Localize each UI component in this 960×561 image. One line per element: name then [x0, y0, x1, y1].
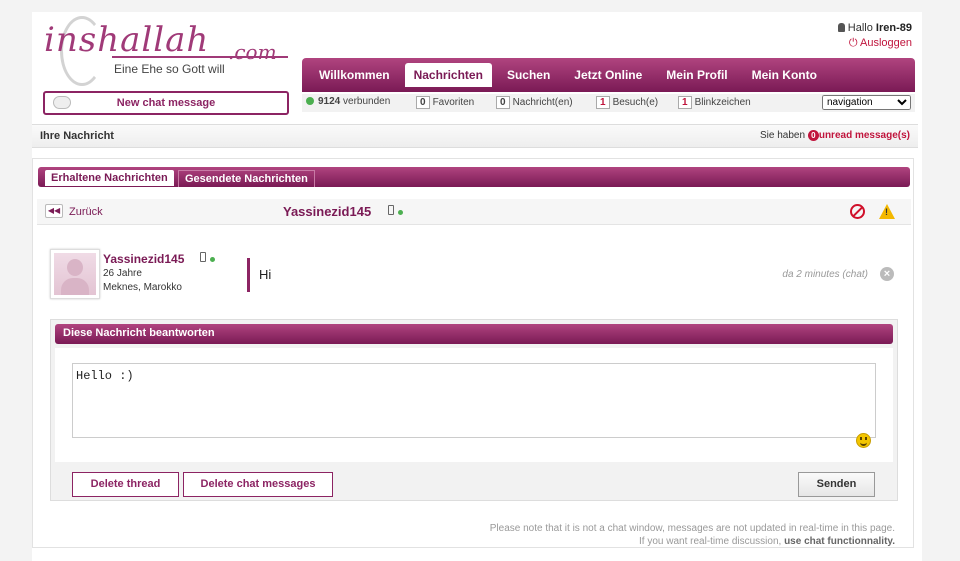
sender-location: Meknes, Marokko [103, 282, 182, 293]
sender-avatar[interactable] [50, 249, 100, 299]
reply-heading: Diese Nachricht beantworten [63, 327, 215, 339]
sender-name[interactable]: Yassinezid145 [103, 252, 184, 266]
logo-text: inshallah [44, 20, 210, 60]
reply-textarea[interactable]: Hello :) [72, 363, 876, 438]
message-tabs: Erhaltene Nachrichten Gesendete Nachrich… [38, 167, 910, 187]
message-separator [247, 258, 250, 292]
favorites-count: 0 [416, 96, 430, 109]
messages-panel: Erhaltene Nachrichten Gesendete Nachrich… [32, 158, 914, 548]
blinks-count: 1 [678, 96, 692, 109]
logo-dotcom: .com [228, 40, 277, 64]
delete-message-icon[interactable]: × [880, 267, 894, 281]
conversation-partner-name[interactable]: Yassinezid145 [283, 204, 371, 219]
conversation-header: ◀◀ Zurück Yassinezid145 [37, 199, 911, 225]
stat-connected[interactable]: 9124 verbunden [306, 96, 390, 107]
site-logo[interactable]: inshallah .com Eine Ehe so Gott will [40, 14, 290, 90]
note-line-1: Please note that it is not a chat window… [489, 523, 895, 534]
greeting-text: Hallo [847, 22, 873, 34]
power-icon: ⏻ [848, 37, 858, 49]
username: Iren-89 [875, 22, 912, 34]
stat-favorites[interactable]: 0 Favoriten [416, 96, 474, 109]
messages-count: 0 [496, 96, 510, 109]
delete-chat-messages-button[interactable]: Delete chat messages [183, 472, 333, 497]
nav-nachrichten[interactable]: Nachrichten [404, 63, 492, 87]
stats-bar: 9124 verbunden 0 Favoriten 0 Nachricht(en)… [302, 94, 915, 112]
sender-age: 26 Jahre [103, 268, 142, 279]
nav-willkommen[interactable]: Willkommen [310, 64, 399, 86]
unread-prefix: Sie haben [760, 130, 806, 141]
navigation-select[interactable]: navigation [822, 95, 911, 110]
stat-blinks[interactable]: 1 Blinkzeichen [678, 96, 751, 109]
unread-notice[interactable]: Sie haben 0 unread message(s) [760, 130, 910, 141]
avatar-placeholder-icon [54, 253, 96, 295]
new-chat-message-label: New chat message [116, 97, 216, 109]
reply-box: Diese Nachricht beantworten Hello :) Del… [50, 319, 898, 501]
send-button[interactable]: Senden [798, 472, 875, 497]
report-warning-icon[interactable] [879, 204, 895, 219]
sender-online-icon [210, 257, 215, 262]
delete-thread-button[interactable]: Delete thread [72, 472, 179, 497]
online-dot-icon [398, 210, 403, 215]
reply-heading-bar: Diese Nachricht beantworten [55, 324, 893, 344]
realtime-note: Please note that it is not a chat window… [490, 522, 895, 548]
nav-mein-konto[interactable]: Mein Konto [743, 64, 826, 86]
blinks-label: Blinkzeichen [694, 97, 751, 108]
unread-label: unread message(s) [818, 130, 910, 141]
online-status-icon [306, 97, 314, 105]
connected-count: 9124 [318, 96, 341, 107]
reply-area: Hello :) [55, 348, 893, 462]
main-nav: Willkommen Nachrichten Suchen Jetzt Onli… [302, 58, 915, 92]
new-chat-message-button[interactable]: New chat message [43, 91, 289, 115]
note-line-2: If you want real-time discussion, use ch… [490, 535, 895, 548]
favorites-label: Favoriten [432, 97, 475, 108]
sender-mobile-icon [200, 252, 206, 262]
mobile-phone-icon [388, 205, 394, 215]
back-link[interactable]: Zurück [69, 206, 103, 218]
page-title-bar: Ihre Nachricht Sie haben 0 unread message… [32, 124, 918, 148]
stat-messages[interactable]: 0 Nachricht(en) [496, 96, 573, 109]
visits-count: 1 [596, 96, 610, 109]
chat-functionality-link[interactable]: use chat functionnality. [784, 536, 895, 547]
message-timestamp: da 2 minutes (chat) [782, 269, 868, 280]
user-icon [837, 23, 845, 32]
smiley-icon[interactable] [856, 433, 871, 448]
unread-count: 0 [807, 130, 819, 141]
logo-underline [112, 56, 288, 58]
messages-label: Nachricht(en) [512, 97, 573, 108]
stat-visits[interactable]: 1 Besuch(e) [596, 96, 658, 109]
nav-mein-profil[interactable]: Mein Profil [657, 64, 736, 86]
page-title: Ihre Nachricht [40, 130, 114, 142]
message-text: Hi [259, 267, 272, 282]
connected-label: verbunden [343, 96, 391, 107]
logo-tagline: Eine Ehe so Gott will [114, 62, 225, 76]
nav-suchen[interactable]: Suchen [498, 64, 559, 86]
tab-received[interactable]: Erhaltene Nachrichten [45, 170, 174, 186]
tab-sent[interactable]: Gesendete Nachrichten [178, 170, 315, 187]
logout-label: Ausloggen [860, 37, 912, 49]
block-user-icon[interactable] [850, 204, 865, 219]
back-arrow-icon[interactable]: ◀◀ [45, 204, 63, 218]
nav-jetzt-online[interactable]: Jetzt Online [565, 64, 651, 86]
user-box: Hallo Iren-89 ⏻ Ausloggen [837, 22, 912, 50]
note-line-2-prefix: If you want real-time discussion, [639, 536, 782, 547]
user-greeting: Hallo Iren-89 [837, 22, 912, 34]
logout-link[interactable]: ⏻ Ausloggen [838, 37, 912, 50]
visits-label: Besuch(e) [612, 97, 659, 108]
